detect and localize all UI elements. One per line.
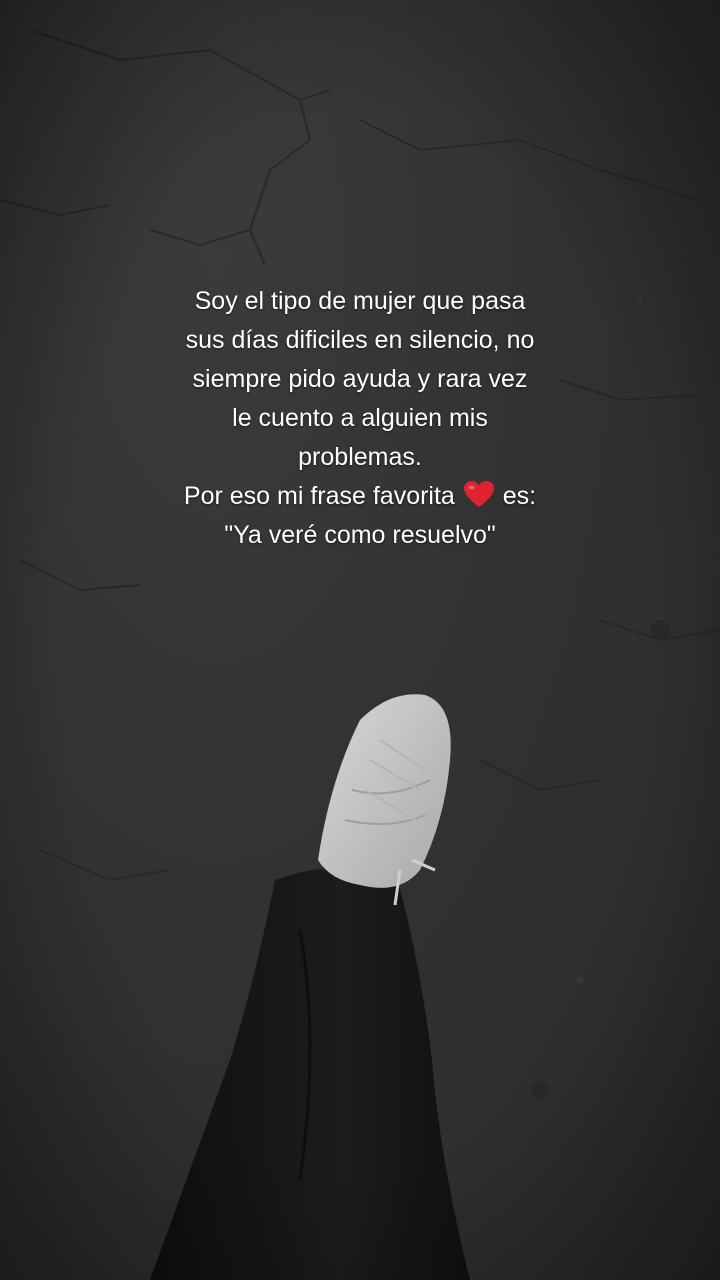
caption-line-2: sus días dificiles en silencio, no [185, 326, 535, 354]
caption-line-7: "Ya veré como resuelvo" [224, 521, 496, 549]
caption-line-6-end: es: [502, 482, 537, 510]
quote-caption: Soy el tipo de mujer que pasa sus días d… [60, 282, 660, 555]
caption-line-4: le cuento a alguien mis [232, 404, 488, 432]
background-photo [0, 0, 720, 1280]
caption-line-5: problemas. [298, 443, 422, 471]
red-heart-icon [463, 481, 494, 508]
caption-line-6: Por eso mi frase favorita es: [60, 477, 660, 516]
caption-line-6-start: Por eso mi frase favorita [183, 482, 455, 510]
caption-line-3: siempre pido ayuda y rara vez [192, 365, 528, 393]
video-frame: Soy el tipo de mujer que pasa sus días d… [0, 0, 720, 1280]
caption-line-1: Soy el tipo de mujer que pasa [194, 287, 526, 315]
